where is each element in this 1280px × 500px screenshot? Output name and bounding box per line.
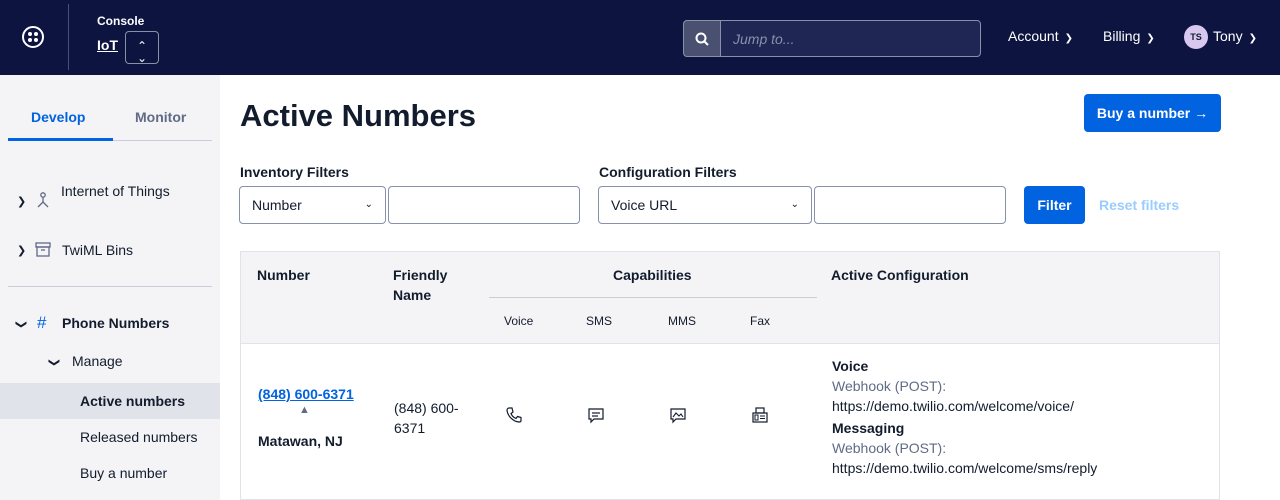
column-header-capabilities: Capabilities <box>613 267 692 283</box>
number-location: Matawan, NJ <box>258 433 343 449</box>
user-menu[interactable]: Tony ❯ <box>1213 28 1257 44</box>
product-link[interactable]: IoT <box>97 37 118 53</box>
column-header-friendly-name: Friendly Name <box>393 267 448 303</box>
page-title: Active Numbers <box>240 98 477 133</box>
inventory-filters-label: Inventory Filters <box>240 164 349 180</box>
friendly-name: (848) 600-6371 <box>394 400 459 436</box>
search-button[interactable] <box>683 20 721 57</box>
chevron-down-icon: ⌄ <box>790 199 799 210</box>
sidebar: Develop Monitor ❯ Internet of Things ❯ T… <box>0 75 220 500</box>
chevron-down-icon: ⌄ <box>364 199 373 210</box>
warning-triangle-icon[interactable]: ▲ <box>299 404 310 416</box>
chevron-down-icon: ❯ <box>1064 33 1073 44</box>
account-menu[interactable]: Account ❯ <box>1008 28 1073 44</box>
fax-icon <box>752 407 768 423</box>
tab-monitor[interactable]: Monitor <box>135 109 186 125</box>
messaging-webhook-method: Webhook (POST): <box>832 440 947 456</box>
filter-button[interactable]: Filter <box>1024 186 1085 224</box>
archive-icon <box>35 242 51 257</box>
column-header-active-configuration: Active Configuration <box>831 267 969 283</box>
sidebar-item-phone-numbers[interactable]: Phone Numbers <box>62 315 169 331</box>
sidebar-item-released-numbers[interactable]: Released numbers <box>80 429 198 445</box>
chevron-down-icon[interactable]: ❯ <box>15 320 28 329</box>
reset-filters-link[interactable]: Reset filters <box>1099 197 1179 213</box>
hash-icon: # <box>37 313 47 332</box>
capabilities-divider <box>489 297 817 298</box>
chevron-right-icon[interactable]: ❯ <box>17 195 26 208</box>
sidebar-item-active-numbers[interactable]: Active numbers <box>80 393 185 409</box>
top-bar: Console IoT ⌃⌄ Account ❯ Billing ❯ TS Tony… <box>0 0 1280 75</box>
sidebar-item-twiml-bins[interactable]: TwiML Bins <box>62 242 133 258</box>
voice-config-label: Voice <box>832 358 869 374</box>
iot-icon <box>37 192 49 208</box>
voice-webhook-url: https://demo.twilio.com/welcome/voice/ <box>832 398 1074 414</box>
sidebar-item-manage[interactable]: Manage <box>72 353 123 369</box>
column-header-mms: MMS <box>668 314 696 328</box>
billing-menu[interactable]: Billing ❯ <box>1103 28 1155 44</box>
phone-number-link[interactable]: (848) 600-6371 <box>258 384 358 404</box>
table-row: (848) 600-6371 ▲ Matawan, NJ (848) 600-6… <box>240 344 1220 500</box>
chevron-down-icon: ❯ <box>1146 33 1155 44</box>
chevron-right-icon[interactable]: ❯ <box>17 244 26 257</box>
user-avatar[interactable]: TS <box>1184 25 1208 49</box>
inventory-filter-input[interactable] <box>388 186 580 224</box>
configuration-filters-label: Configuration Filters <box>599 164 737 180</box>
user-name: Tony <box>1213 28 1243 44</box>
messaging-config-label: Messaging <box>832 420 905 436</box>
twilio-logo-icon[interactable] <box>22 26 44 48</box>
chevron-down-icon: ❯ <box>1248 33 1257 44</box>
inventory-select-value: Number <box>252 197 302 213</box>
voice-webhook-method: Webhook (POST): <box>832 378 947 394</box>
chevron-down-icon[interactable]: ❯ <box>48 358 61 367</box>
configuration-filter-input[interactable] <box>814 186 1006 224</box>
column-header-voice: Voice <box>504 314 534 328</box>
console-label: Console <box>97 14 145 28</box>
column-header-number[interactable]: Number <box>257 265 310 285</box>
mms-icon <box>670 408 686 424</box>
chevron-up-down-icon: ⌃ ⌄ <box>136 39 148 65</box>
product-switcher-button[interactable]: ⌃ ⌄ <box>125 31 159 64</box>
table-header: Number Friendly Name Capabilities Active… <box>240 251 1220 344</box>
sidebar-divider <box>8 286 212 287</box>
messaging-webhook-url: https://demo.twilio.com/welcome/sms/repl… <box>832 460 1098 476</box>
account-label: Account <box>1008 28 1059 44</box>
sms-icon <box>588 408 604 424</box>
header-divider <box>68 4 69 70</box>
sidebar-item-internet-of-things[interactable]: Internet of Things <box>61 181 171 201</box>
configuration-filter-select[interactable]: Voice URL ⌄ <box>598 186 812 224</box>
tab-develop[interactable]: Develop <box>31 109 85 125</box>
active-tab-indicator <box>8 138 113 141</box>
inventory-filter-select[interactable]: Number ⌄ <box>239 186 386 224</box>
billing-label: Billing <box>1103 28 1141 44</box>
buy-number-button[interactable]: Buy a number → <box>1084 94 1221 132</box>
column-header-sms: SMS <box>586 314 613 328</box>
phone-icon <box>506 407 522 423</box>
search-icon <box>695 32 709 46</box>
column-header-fax: Fax <box>750 314 771 328</box>
config-select-value: Voice URL <box>611 197 678 213</box>
jump-to-search-input[interactable] <box>720 20 981 57</box>
sidebar-item-buy-a-number[interactable]: Buy a number <box>80 465 167 481</box>
